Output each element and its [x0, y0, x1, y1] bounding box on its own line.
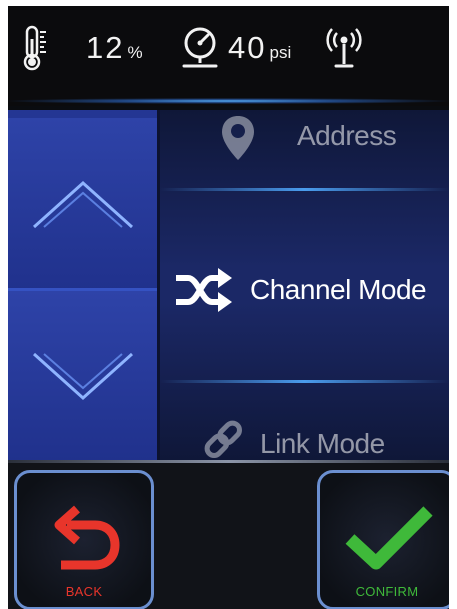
chevron-up-icon [32, 180, 133, 228]
back-button-label: BACK [65, 584, 103, 599]
menu-item-channel-mode[interactable]: Channel Mode [160, 190, 449, 380]
device-screen: 12 % 40 psi Address Channel Mode Link Mo… [8, 6, 449, 609]
link-icon [204, 420, 242, 458]
menu-item-label: Address [297, 120, 397, 151]
undo-arrow-icon [54, 505, 120, 570]
menu-item-link-mode[interactable]: Link Mode [160, 382, 449, 460]
scroll-panel [8, 110, 160, 460]
humidity-value: 12 [86, 30, 125, 65]
scroll-down-button[interactable] [8, 288, 157, 460]
menu-item-address[interactable]: Address [160, 110, 449, 188]
pressure-unit: psi [269, 43, 292, 62]
back-button[interactable]: BACK [14, 470, 154, 609]
confirm-button[interactable]: CONFIRM [317, 470, 449, 609]
humidity-readout: 12 % [86, 24, 143, 72]
pressure-value: 40 [228, 30, 267, 65]
menu-item-label: Link Mode [260, 428, 385, 459]
confirm-button-label: CONFIRM [355, 584, 419, 599]
bottom-divider [8, 460, 449, 463]
menu-item-label: Channel Mode [250, 274, 427, 305]
status-bar: 12 % 40 psi [8, 6, 449, 106]
checkmark-icon [345, 506, 433, 570]
pressure-gauge-icon [180, 24, 220, 72]
pressure-readout: 40 psi [228, 24, 291, 72]
scroll-up-button[interactable] [8, 118, 157, 291]
thermometer-icon [22, 24, 48, 72]
bottom-bar: BACK CONFIRM [8, 460, 449, 609]
shuffle-icon [176, 268, 232, 312]
humidity-unit: % [127, 43, 143, 62]
chevron-down-icon [32, 352, 133, 401]
antenna-signal-icon [326, 24, 362, 72]
status-divider-glow [8, 98, 449, 104]
menu-area: Address Channel Mode Link Mode [8, 110, 449, 460]
location-pin-icon [222, 116, 254, 160]
